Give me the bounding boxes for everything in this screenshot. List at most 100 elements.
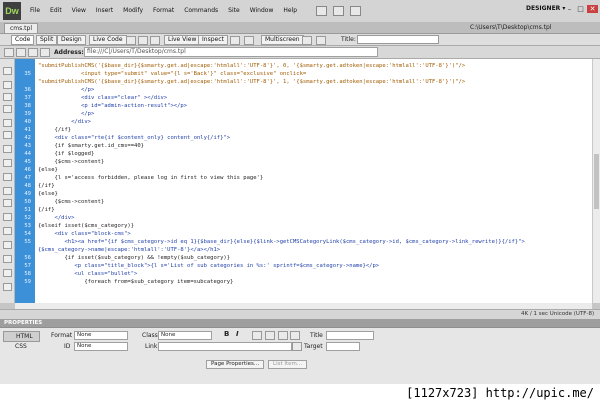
menu-view[interactable]: View — [72, 7, 86, 14]
code-editor[interactable]: 35 36 37 38 39 40 41 42 43 44 45 46 47 4… — [0, 59, 592, 303]
visual-aids-icon[interactable] — [244, 36, 254, 45]
line-number: 42 — [24, 135, 31, 141]
highlight-invalid-icon[interactable] — [3, 159, 12, 167]
code-line: {if $smarty.get.id_cms==40} — [38, 143, 144, 149]
browser-check-icon[interactable] — [302, 36, 312, 45]
properties-title: PROPERTIES — [4, 320, 43, 326]
apply-comment-icon[interactable] — [3, 187, 12, 195]
move-css-icon[interactable] — [3, 241, 12, 249]
code-line: {if isset($sub_category) && !empty($sub_… — [38, 255, 231, 261]
dreamweaver-window: Dw File Edit View Insert Modify Format C… — [0, 0, 600, 385]
list-item-button[interactable]: List Item... — [268, 360, 308, 369]
balance-braces-icon[interactable] — [3, 131, 12, 139]
outdent-code-icon[interactable] — [3, 269, 12, 277]
bold-button[interactable]: B — [224, 330, 229, 338]
scroll-thumb[interactable] — [594, 154, 599, 209]
maximize-icon[interactable]: □ — [576, 5, 585, 13]
inspect-button[interactable]: Inspect — [198, 35, 228, 45]
format-select[interactable]: None — [74, 331, 128, 340]
line-number: 53 — [24, 223, 31, 229]
site-manage-icon[interactable] — [350, 6, 361, 16]
close-icon[interactable]: ✕ — [587, 5, 598, 13]
css-mode-button[interactable]: CSS — [3, 342, 38, 351]
preview-browser-icon[interactable] — [150, 36, 160, 45]
class-select[interactable]: None — [158, 331, 212, 340]
properties-panel: HTML CSS Format None Class None B I Titl… — [0, 327, 600, 385]
menu-insert[interactable]: Insert — [96, 7, 113, 14]
outdent-icon[interactable] — [278, 331, 288, 340]
properties-header[interactable]: PROPERTIES — [0, 319, 600, 327]
layout-icon[interactable] — [316, 6, 327, 16]
remove-comment-icon[interactable] — [3, 199, 12, 207]
target-select[interactable] — [326, 342, 360, 351]
collapse-tag-icon[interactable] — [3, 81, 12, 89]
extend-icon[interactable] — [333, 6, 344, 16]
css-label: CSS — [15, 343, 27, 350]
open-documents-icon[interactable] — [3, 67, 12, 75]
forward-icon[interactable] — [16, 48, 26, 57]
menu-format[interactable]: Format — [153, 7, 174, 14]
line-number: 44 — [24, 151, 31, 157]
address-input[interactable]: file:///C|/Users/T/Desktop/cms.tpl — [84, 47, 378, 57]
file-management-icon[interactable] — [138, 36, 148, 45]
refresh-icon[interactable] — [230, 36, 240, 45]
html-mode-button[interactable]: HTML — [3, 331, 40, 342]
unordered-list-icon[interactable] — [252, 331, 262, 340]
expand-all-icon[interactable] — [3, 105, 12, 113]
title-field[interactable] — [326, 331, 374, 340]
ordered-list-icon[interactable] — [265, 331, 275, 340]
code-line: <input type="submit" value="{l s='Back'}… — [38, 71, 307, 77]
check-errors-icon[interactable] — [126, 36, 136, 45]
line-numbers-icon[interactable] — [3, 145, 12, 153]
line-number: 59 — [24, 279, 31, 285]
minimize-icon[interactable]: – — [565, 5, 574, 13]
vertical-scrollbar[interactable] — [592, 59, 600, 303]
menu-modify[interactable]: Modify — [123, 7, 143, 14]
home-icon[interactable] — [40, 48, 50, 57]
code-line: {/if} — [38, 207, 55, 213]
stop-icon[interactable] — [28, 48, 38, 57]
workspace-switcher[interactable]: DESIGNER ▾ — [526, 5, 565, 12]
menu-window[interactable]: Window — [250, 7, 274, 14]
page-properties-button[interactable]: Page Properties... — [206, 360, 265, 369]
link-input[interactable] — [158, 342, 292, 351]
document-tab[interactable]: cms.tpl — [4, 23, 39, 33]
code-line: </div> — [38, 215, 75, 221]
code-line: <p id="admin-action-result"></p> — [38, 103, 188, 109]
menu-edit[interactable]: Edit — [50, 7, 62, 14]
menu-site[interactable]: Site — [228, 7, 240, 14]
syntax-error-icon[interactable] — [3, 173, 12, 181]
collapse-selection-icon[interactable] — [3, 93, 12, 101]
line-number: 57 — [24, 263, 31, 269]
menu-file[interactable]: File — [30, 7, 40, 14]
recent-snippets-icon[interactable] — [3, 227, 12, 235]
menu-commands[interactable]: Commands — [184, 7, 218, 14]
link-label: Link — [145, 343, 158, 350]
point-to-file-icon[interactable] — [292, 342, 302, 351]
code-line: <div class="block-cms"> — [38, 231, 131, 237]
back-icon[interactable] — [4, 48, 14, 57]
line-number-gutter: 35 36 37 38 39 40 41 42 43 44 45 46 47 4… — [15, 59, 35, 303]
code-view-button[interactable]: Code — [11, 35, 35, 45]
code-line: "submitPublishCMS('{$base_dir}{$smarty.g… — [38, 63, 466, 69]
format-source-icon[interactable] — [3, 283, 12, 291]
id-select[interactable]: None — [74, 342, 128, 351]
split-view-button[interactable]: Split — [36, 35, 58, 45]
live-view-button[interactable]: Live View — [164, 35, 201, 45]
code-line: {$cms->content} — [38, 199, 105, 205]
wrap-tag-icon[interactable] — [3, 213, 12, 221]
select-parent-tag-icon[interactable] — [3, 119, 12, 127]
indent-code-icon[interactable] — [3, 255, 12, 263]
w3c-validate-icon[interactable] — [316, 36, 326, 45]
indent-icon[interactable] — [290, 331, 300, 340]
title-label: Title: — [341, 36, 356, 43]
document-tab-bar: cms.tpl C:\Users\T\Desktop\cms.tpl — [0, 22, 600, 34]
design-view-button[interactable]: Design — [57, 35, 86, 45]
code-line: <p class="title_block">{l s='List of sub… — [38, 263, 380, 269]
live-code-button[interactable]: Live Code — [89, 35, 127, 45]
address-label: Address: — [54, 49, 84, 56]
menu-help[interactable]: Help — [283, 7, 297, 14]
multiscreen-button[interactable]: Multiscreen — [261, 35, 304, 45]
title-input[interactable] — [357, 35, 439, 44]
italic-button[interactable]: I — [236, 330, 239, 338]
